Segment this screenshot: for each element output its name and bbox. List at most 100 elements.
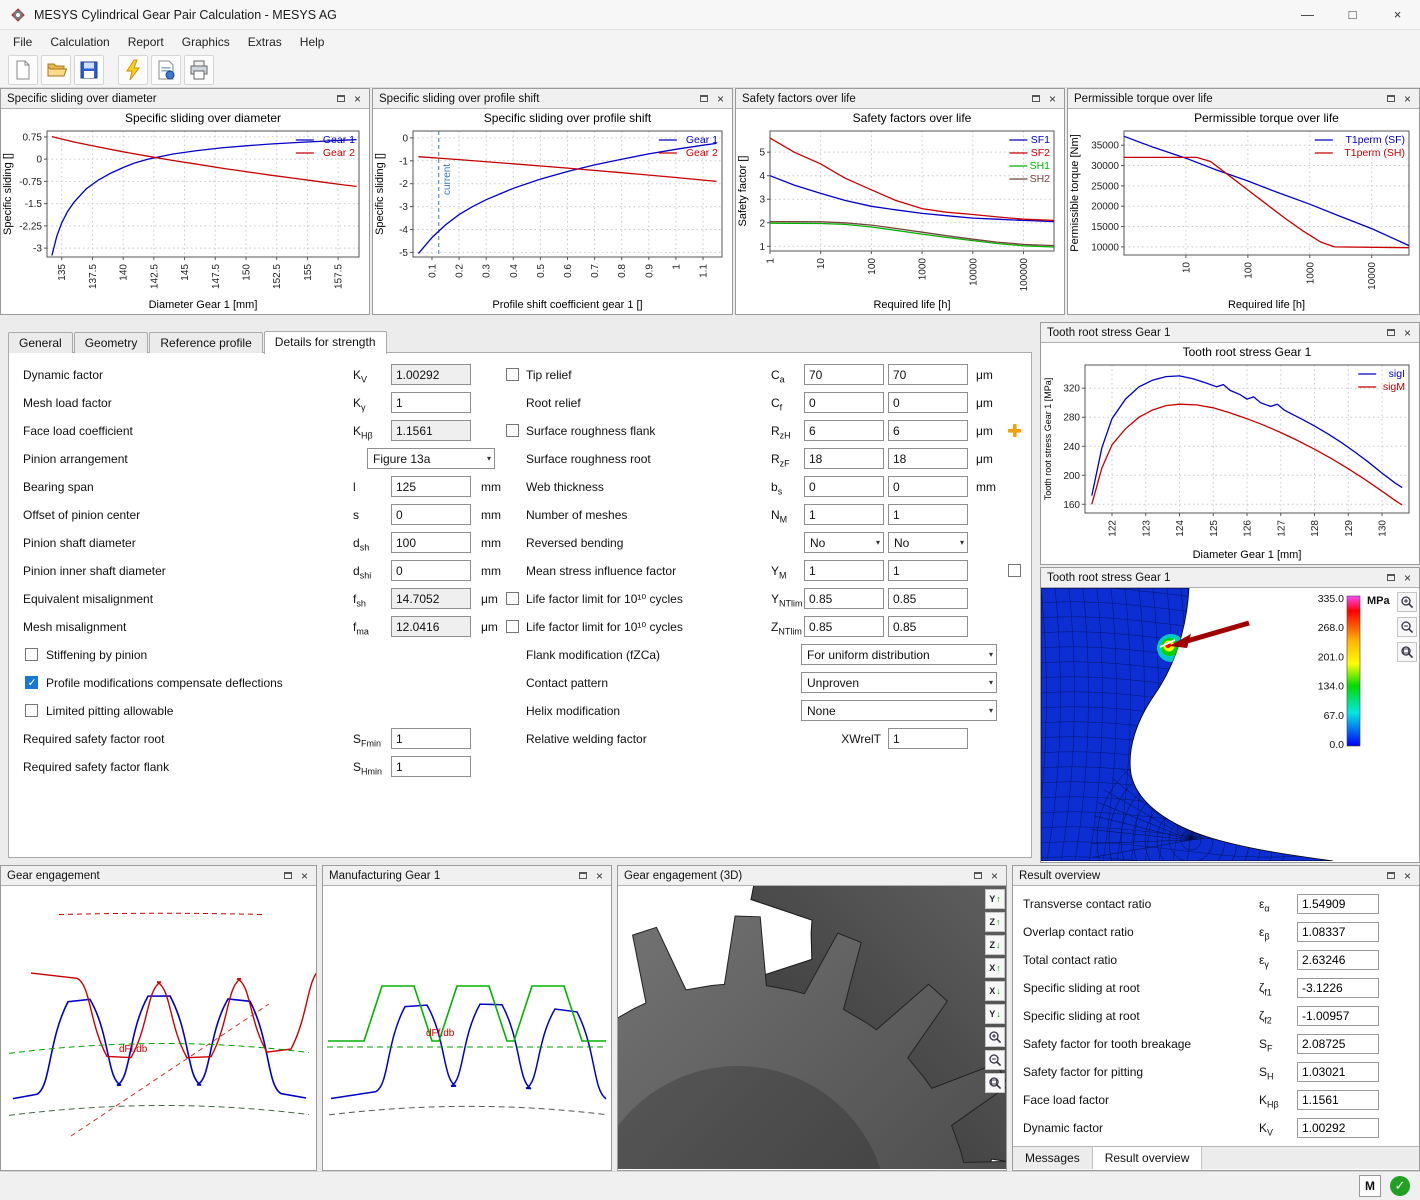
menu-file[interactable]: File (4, 32, 41, 52)
float-panel-button[interactable] (1382, 325, 1399, 341)
field-input-life-factor-limit-for-10-cycles-2[interactable] (888, 616, 968, 637)
close-panel-button[interactable]: × (1044, 91, 1061, 107)
field-input-surface-roughness-root-1[interactable] (804, 448, 884, 469)
tab-reference-profile[interactable]: Reference profile (149, 332, 262, 353)
float-panel-button[interactable] (695, 91, 712, 107)
mode-button[interactable]: M (1359, 1175, 1381, 1197)
result-value-transverse-contact-ratio[interactable] (1297, 894, 1379, 914)
combo-flank-modification-fzca[interactable]: For uniform distribution▾ (801, 644, 997, 665)
tab-geometry[interactable]: Geometry (74, 332, 149, 353)
close-panel-button[interactable]: × (712, 91, 729, 107)
menu-report[interactable]: Report (119, 32, 173, 52)
result-value-safety-factor-for-tooth-breakage[interactable] (1297, 1034, 1379, 1054)
zoom-out-button[interactable] (1397, 617, 1417, 637)
view-y-neg-button[interactable]: Y↓ (985, 1004, 1005, 1024)
window-titlebar[interactable]: MESYS Cylindrical Gear Pair Calculation … (0, 0, 1420, 30)
close-panel-button[interactable]: × (986, 868, 1003, 884)
field-input-required-safety-factor-flank[interactable] (391, 756, 471, 777)
close-panel-button[interactable]: × (349, 91, 366, 107)
zoom-in-button[interactable] (1397, 592, 1417, 612)
new-file-button[interactable] (8, 55, 38, 85)
float-panel-button[interactable] (1382, 868, 1399, 884)
combo-reversed-bending-1[interactable]: No▾ (804, 532, 884, 553)
close-panel-button[interactable]: × (1399, 570, 1416, 586)
result-value-safety-factor-for-pitting[interactable] (1297, 1062, 1379, 1082)
panel-titlebar[interactable]: Tooth root stress Gear 1 × (1041, 323, 1419, 343)
field-input-number-of-meshes-2[interactable] (888, 504, 968, 525)
checkbox-life-factor-limit-for-10-cycles[interactable] (506, 620, 519, 633)
menu-calculation[interactable]: Calculation (41, 32, 118, 52)
maximize-icon[interactable]: □ (1330, 0, 1375, 30)
float-panel-button[interactable] (969, 868, 986, 884)
float-panel-button[interactable] (279, 868, 296, 884)
field-input-dynamic-factor[interactable] (391, 364, 471, 385)
close-icon[interactable]: × (1375, 0, 1420, 30)
checkbox-tip-relief[interactable] (506, 368, 519, 381)
result-value-dynamic-factor[interactable] (1297, 1118, 1379, 1138)
tab-general[interactable]: General (8, 332, 73, 353)
view-x-button[interactable]: X↑ (985, 958, 1005, 978)
save-file-button[interactable] (74, 55, 104, 85)
field-input-face-load-coefficient[interactable] (391, 420, 471, 441)
checkbox-mean-stress-influence-factor[interactable] (1008, 564, 1021, 577)
result-value-overlap-contact-ratio[interactable] (1297, 922, 1379, 942)
field-input-mesh-misalignment[interactable] (391, 616, 471, 637)
close-panel-button[interactable]: × (591, 868, 608, 884)
open-file-button[interactable] (41, 55, 71, 85)
checkbox-limited-pitting-allowable[interactable] (25, 704, 38, 717)
checkbox-life-factor-limit-for-10-cycles[interactable] (506, 592, 519, 605)
float-panel-button[interactable] (574, 868, 591, 884)
field-input-surface-roughness-flank-1[interactable] (804, 420, 884, 441)
field-input-surface-roughness-flank-2[interactable] (888, 420, 968, 441)
close-panel-button[interactable]: × (1399, 868, 1416, 884)
field-input-pinion-inner-shaft-diameter[interactable] (391, 560, 471, 581)
view-y-button[interactable]: Y↑ (985, 889, 1005, 909)
view-x-neg-button[interactable]: X↓ (985, 981, 1005, 1001)
report-button[interactable] (151, 55, 181, 85)
close-panel-button[interactable]: × (1399, 325, 1416, 341)
field-input-relative-welding-factor-2[interactable] (888, 728, 968, 749)
view-z-button[interactable]: Z↑ (985, 912, 1005, 932)
menu-extras[interactable]: Extras (239, 32, 291, 52)
view-z-neg-button[interactable]: Z↓ (985, 935, 1005, 955)
checkbox-profile-modifications-compensate-deflections[interactable] (25, 676, 38, 689)
field-input-life-factor-limit-for-10-cycles-1[interactable] (804, 616, 884, 637)
field-input-web-thickness-2[interactable] (888, 476, 968, 497)
result-value-specific-sliding-at-root[interactable] (1297, 978, 1379, 998)
combo-helix-modification[interactable]: None▾ (801, 700, 997, 721)
tab-messages[interactable]: Messages (1013, 1147, 1093, 1169)
field-input-mesh-load-factor[interactable] (391, 392, 471, 413)
panel-titlebar[interactable]: Gear engagement (3D) × (618, 866, 1006, 886)
zoom-in-button[interactable] (985, 1027, 1005, 1047)
field-input-equivalent-misalignment[interactable] (391, 588, 471, 609)
combo-reversed-bending-2[interactable]: No▾ (888, 532, 968, 553)
field-input-life-factor-limit-for-10-cycles-2[interactable] (888, 588, 968, 609)
menu-help[interactable]: Help (291, 32, 334, 52)
combo-contact-pattern[interactable]: Unproven▾ (801, 672, 997, 693)
field-input-tip-relief-2[interactable] (888, 364, 968, 385)
float-panel-button[interactable] (1027, 91, 1044, 107)
float-panel-button[interactable] (332, 91, 349, 107)
panel-titlebar[interactable]: Gear engagement × (1, 866, 316, 886)
combo-pinion-arrangement[interactable]: Figure 13a▾ (367, 448, 495, 469)
field-input-bearing-span[interactable] (391, 476, 471, 497)
panel-titlebar[interactable]: Safety factors over life × (736, 89, 1064, 109)
panel-titlebar[interactable]: Permissible torque over life × (1068, 89, 1419, 109)
calculate-button[interactable] (118, 55, 148, 85)
field-input-root-relief-1[interactable] (804, 392, 884, 413)
panel-titlebar[interactable]: Manufacturing Gear 1 × (323, 866, 611, 886)
field-input-tip-relief-1[interactable] (804, 364, 884, 385)
field-input-web-thickness-1[interactable] (804, 476, 884, 497)
float-panel-button[interactable] (1382, 570, 1399, 586)
panel-titlebar[interactable]: Result overview × (1013, 866, 1419, 886)
field-input-required-safety-factor-root[interactable] (391, 728, 471, 749)
field-input-life-factor-limit-for-10-cycles-1[interactable] (804, 588, 884, 609)
float-panel-button[interactable] (1382, 91, 1399, 107)
field-input-surface-roughness-root-2[interactable] (888, 448, 968, 469)
tab-result-overview[interactable]: Result overview (1093, 1147, 1203, 1169)
panel-titlebar[interactable]: Tooth root stress Gear 1 × (1041, 568, 1419, 588)
checkbox-surface-roughness-flank[interactable] (506, 424, 519, 437)
tab-details-for-strength[interactable]: Details for strength (264, 331, 387, 354)
result-value-face-load-factor[interactable] (1297, 1090, 1379, 1110)
zoom-out-button[interactable] (985, 1050, 1005, 1070)
